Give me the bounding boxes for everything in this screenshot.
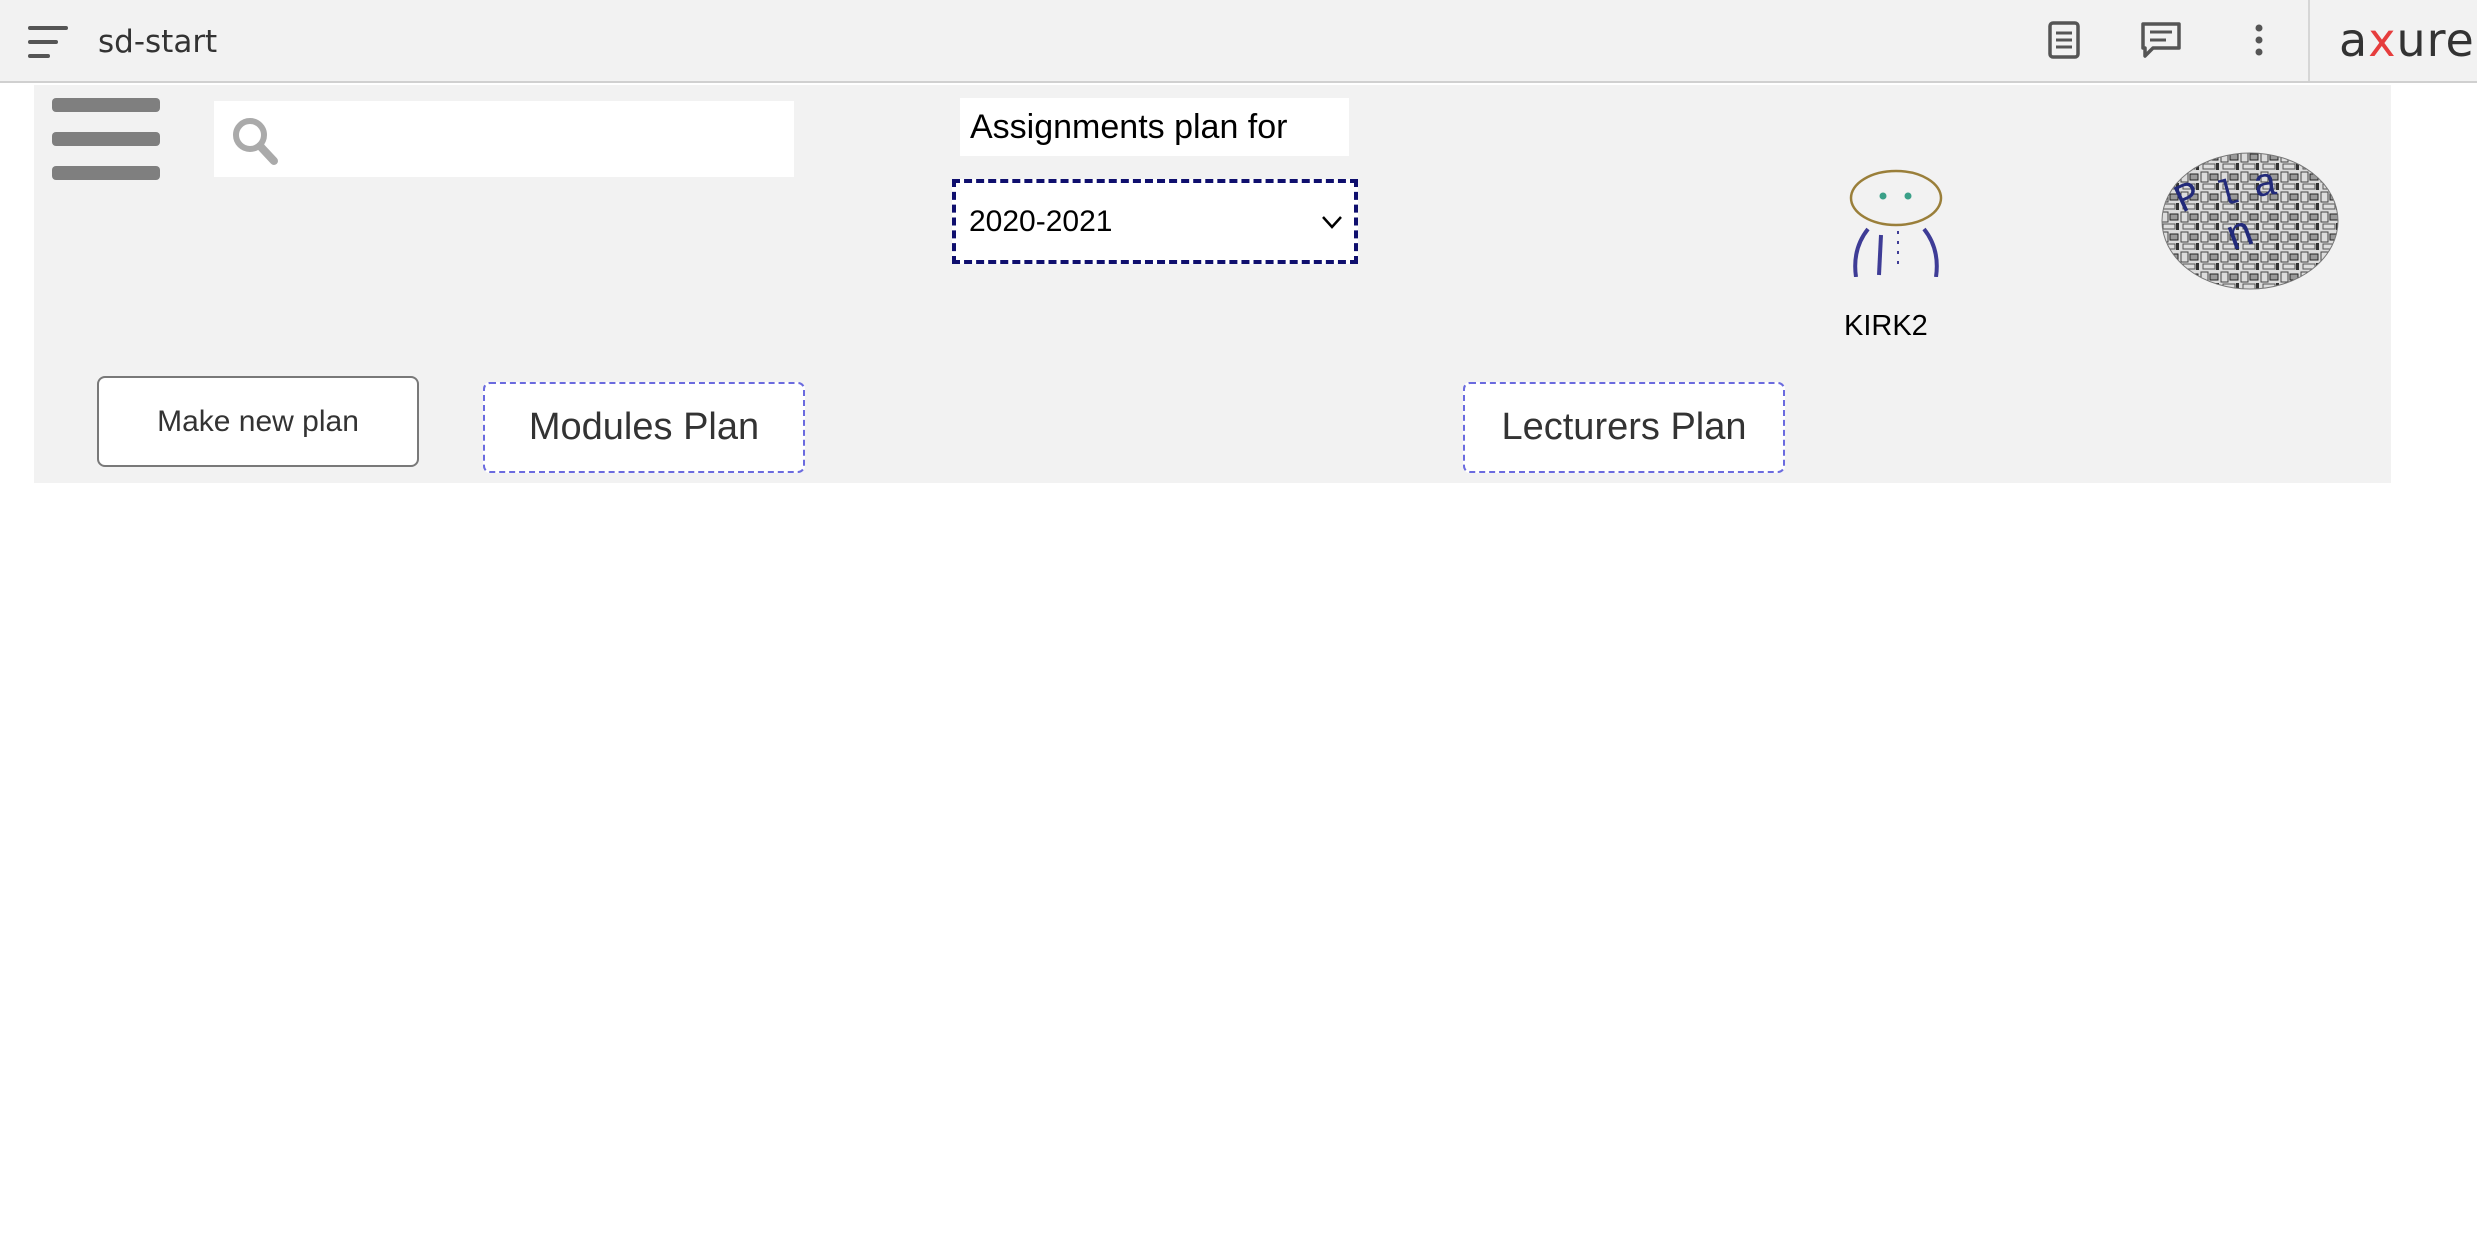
make-new-plan-button[interactable]: Make new plan: [97, 376, 419, 467]
user-avatar-icon[interactable]: [1846, 167, 1946, 277]
selected-year: 2020-2021: [969, 205, 1113, 238]
modules-plan-button[interactable]: Modules Plan: [483, 382, 805, 473]
plan-logo-icon: P l a n: [2161, 152, 2339, 290]
toolbar-divider: [2308, 0, 2310, 81]
axure-toolbar: sd-start axure: [0, 0, 2477, 83]
hamburger-menu-icon[interactable]: [52, 98, 160, 180]
user-name: KIRK2: [1844, 310, 1928, 342]
page-name: sd-start: [98, 24, 218, 60]
search-icon: [233, 118, 278, 165]
page-notes-icon[interactable]: [2042, 18, 2086, 62]
search-input[interactable]: [290, 101, 784, 179]
comments-icon[interactable]: [2139, 18, 2183, 62]
axure-logo: axure: [2339, 13, 2475, 67]
more-options-icon[interactable]: [2237, 18, 2281, 62]
lecturers-plan-button[interactable]: Lecturers Plan: [1463, 382, 1785, 473]
academic-year-dropdown[interactable]: 2020-2021: [952, 179, 1358, 264]
search-box: [214, 101, 794, 179]
menu-icon[interactable]: [28, 26, 68, 60]
prototype-header-panel: Assignments plan for 2020-2021 KIRK2 P l: [34, 85, 2391, 483]
page-title: Assignments plan for: [960, 98, 1349, 156]
chevron-down-icon: [1322, 216, 1342, 229]
